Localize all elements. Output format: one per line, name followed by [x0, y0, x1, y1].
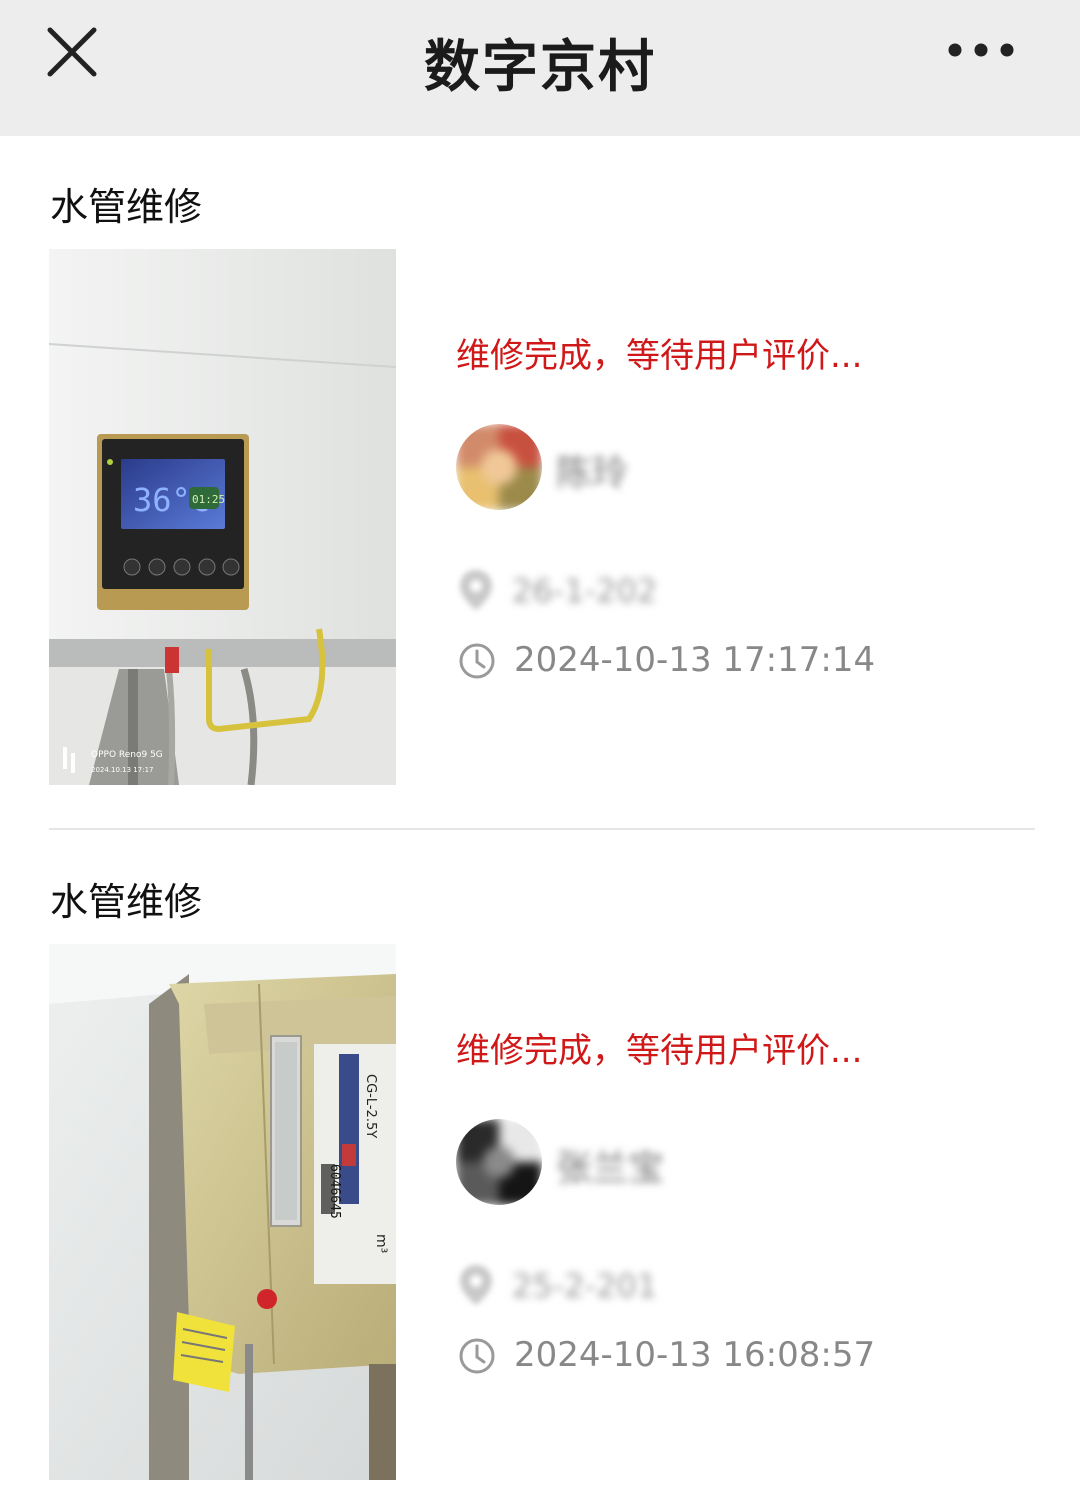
avatar — [456, 1119, 542, 1205]
record-photo-gas-meter[interactable]: CG-L-2.5Y 6046645 m³ — [49, 944, 396, 1480]
clock-icon — [459, 643, 495, 679]
photo-watermark-stamp: 2024.10.13 17:17 — [91, 766, 153, 774]
clock-icon — [459, 1338, 495, 1374]
photo-meter-unit: m³ — [373, 1234, 389, 1253]
more-dots-icon[interactable] — [946, 40, 1016, 60]
photo-meter-model: CG-L-2.5Y — [363, 1074, 378, 1138]
photo-display-clock: 01:25 — [192, 493, 225, 506]
address-text: 26-1-202 — [512, 572, 658, 610]
record-photo-water-heater[interactable]: 36°c 01:25 OPPO Reno9 5G 2024.10.13 17:1… — [49, 249, 396, 785]
record-card[interactable]: 水管维修 — [0, 176, 1080, 796]
user-name: 张兰宝 — [556, 1148, 665, 1189]
avatar — [456, 424, 542, 510]
timestamp: 2024-10-13 17:17:14 — [514, 640, 876, 680]
record-title: 水管维修 — [50, 880, 203, 924]
page-title: 数字京村 — [424, 35, 656, 100]
divider — [49, 828, 1035, 830]
location-pin-icon — [460, 570, 492, 610]
nav-bar: 数字京村 — [0, 0, 1080, 136]
user-name: 陈玲 — [556, 453, 629, 494]
timestamp: 2024-10-13 16:08:57 — [514, 1335, 876, 1375]
record-title: 水管维修 — [50, 185, 203, 229]
address-text: 25-2-201 — [512, 1267, 658, 1305]
record-card[interactable]: 水管维修 — [0, 871, 1080, 1491]
status-text: 维修完成，等待用户评价... — [456, 1031, 863, 1071]
photo-watermark-device: OPPO Reno9 5G — [91, 750, 163, 760]
location-pin-icon — [460, 1265, 492, 1305]
status-text: 维修完成，等待用户评价... — [456, 336, 863, 376]
